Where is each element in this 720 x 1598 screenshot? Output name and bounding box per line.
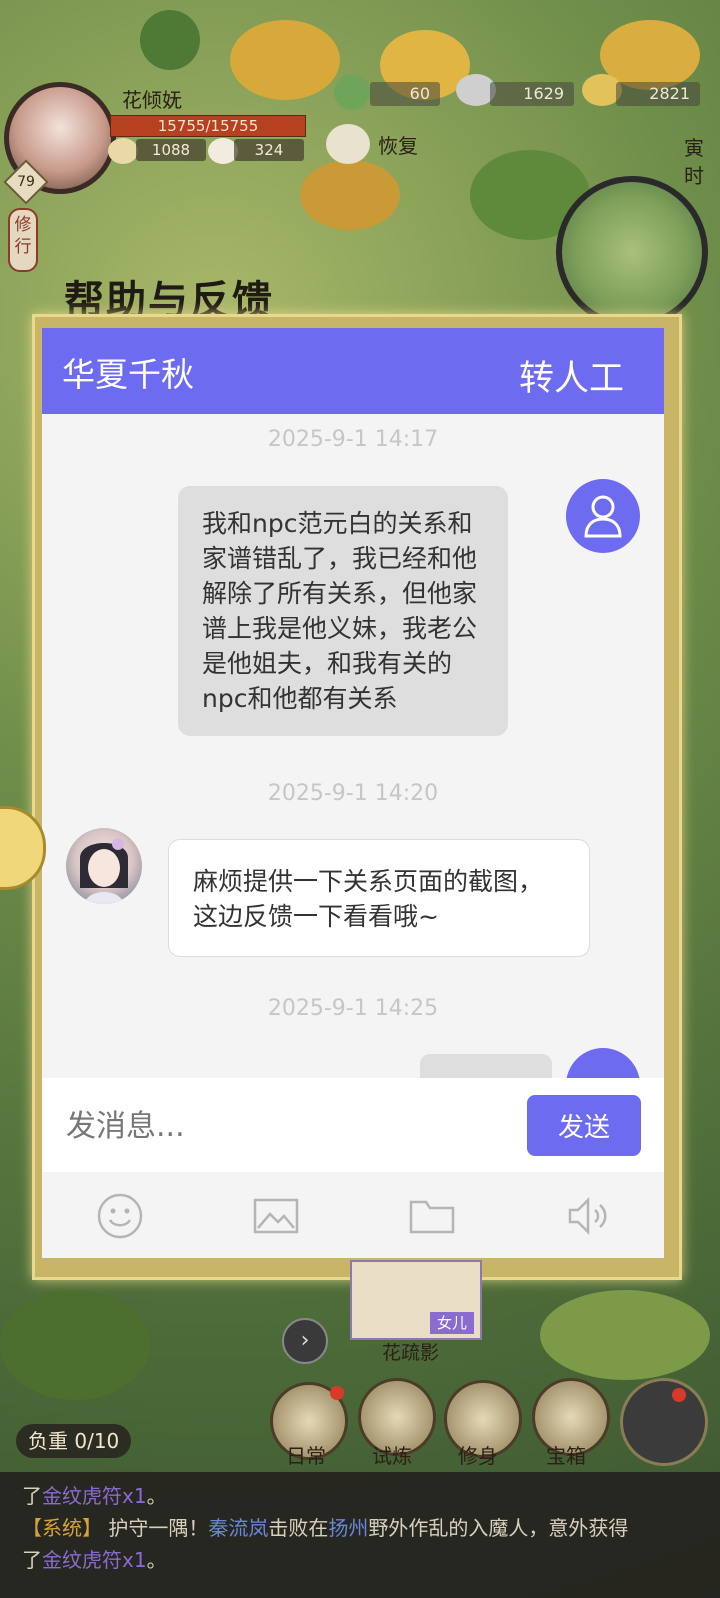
feed-player-name: 秦流岚 [208,1516,269,1540]
send-button[interactable]: 发送 [527,1095,641,1156]
food-count: 1088 [136,139,206,161]
tree-decoration [540,1290,710,1380]
message-input[interactable] [64,1100,508,1152]
recover-label[interactable]: 恢复 [378,130,418,159]
food-icon [108,138,138,164]
message-input-bar: 发送 [42,1078,664,1172]
panel-header: 华夏千秋 转人工 [42,328,664,414]
hp-bar: 15755/15755 [110,115,306,137]
support-character-portrait [80,838,128,904]
attachment-toolbar [42,1174,664,1258]
practice-button[interactable]: 修行 [8,208,38,272]
emoji-icon[interactable] [96,1192,144,1240]
expand-up-button[interactable] [620,1378,708,1466]
level-value: 79 [17,174,35,190]
feed-text: 护守一隅！ [108,1516,209,1540]
feed-item: 金纹虎符x1 [42,1484,147,1508]
feed-place: 扬州 [328,1516,369,1540]
recover-icon[interactable] [326,124,370,164]
support-message-bubble: 麻烦提供一下关系页面的截图，这边反馈一下看看哦~ [168,839,590,957]
help-feedback-panel: 华夏千秋 转人工 2025-9-1 14:17 我和npc范元白的关系和家谱错乱… [42,328,664,1258]
feed-item: 金纹虎符x1 [42,1548,147,1572]
image-icon[interactable] [252,1192,300,1240]
tree-decoration [0,1290,150,1400]
voice-icon[interactable] [564,1192,612,1240]
message-timestamp: 2025-9-1 14:20 [267,781,439,806]
feed-text: 野外作乱的入魔人，意外获得 [368,1516,629,1540]
feed-text: 了 [22,1484,42,1508]
system-message-feed: 了金纹虎符x1。 【系统】 护守一隅！秦流岚击败在扬州野外作乱的入魔人，意外获得… [0,1472,720,1598]
jade-icon[interactable] [334,74,370,110]
folder-icon[interactable] [408,1192,456,1240]
tree-decoration [300,160,400,230]
support-avatar [66,828,142,904]
nav-daily-label: 日常 [286,1444,326,1468]
game-name-title: 华夏千秋 [62,355,194,394]
nav-trial-label: 试炼 [372,1444,412,1468]
gold-count: 2821 [616,82,700,106]
feed-text: 。 [146,1548,167,1572]
message-timestamp: 2025-9-1 14:25 [267,996,439,1021]
silver-count: 1629 [490,82,574,106]
bun-count: 324 [234,139,304,161]
user-icon [584,495,622,538]
feed-text: 击败在 [268,1516,329,1540]
user-message-bubble: 我和npc范元白的关系和家谱错乱了，我已经和他解除了所有关系，但他家谱上我是他义… [178,486,508,736]
minimap[interactable] [556,176,708,328]
feed-line: 了金纹虎符x1。 [22,1480,698,1512]
tree-decoration [140,10,200,70]
nav-cultivate-label: 修身 [458,1444,498,1468]
notification-dot [672,1388,686,1402]
player-name: 花倾妩 [122,88,182,112]
message-timestamp: 2025-9-1 14:17 [267,427,439,452]
user-avatar [566,479,640,553]
daughter-name: 花疏影 [382,1342,440,1364]
feed-line: 【系统】 护守一隅！秦流岚击败在扬州野外作乱的入魔人，意外获得 [22,1512,698,1544]
daughter-tag: 女儿 [430,1312,474,1334]
jade-count: 60 [370,82,440,106]
weight-badge: 负重 0/10 [16,1424,132,1458]
nav-chest-label: 宝箱 [546,1444,586,1468]
chevron-right-icon[interactable]: › [282,1318,328,1364]
notification-dot [330,1386,344,1400]
human-agent-button[interactable]: 转人工 [519,350,624,401]
feed-text: 。 [146,1484,167,1508]
feed-line: 了金纹虎符x1。 [22,1544,698,1576]
tree-decoration [230,20,340,100]
feed-system-tag: 【系统】 [22,1516,102,1540]
feed-text: 了 [22,1548,42,1572]
time-of-day: 寅时 [684,136,704,188]
